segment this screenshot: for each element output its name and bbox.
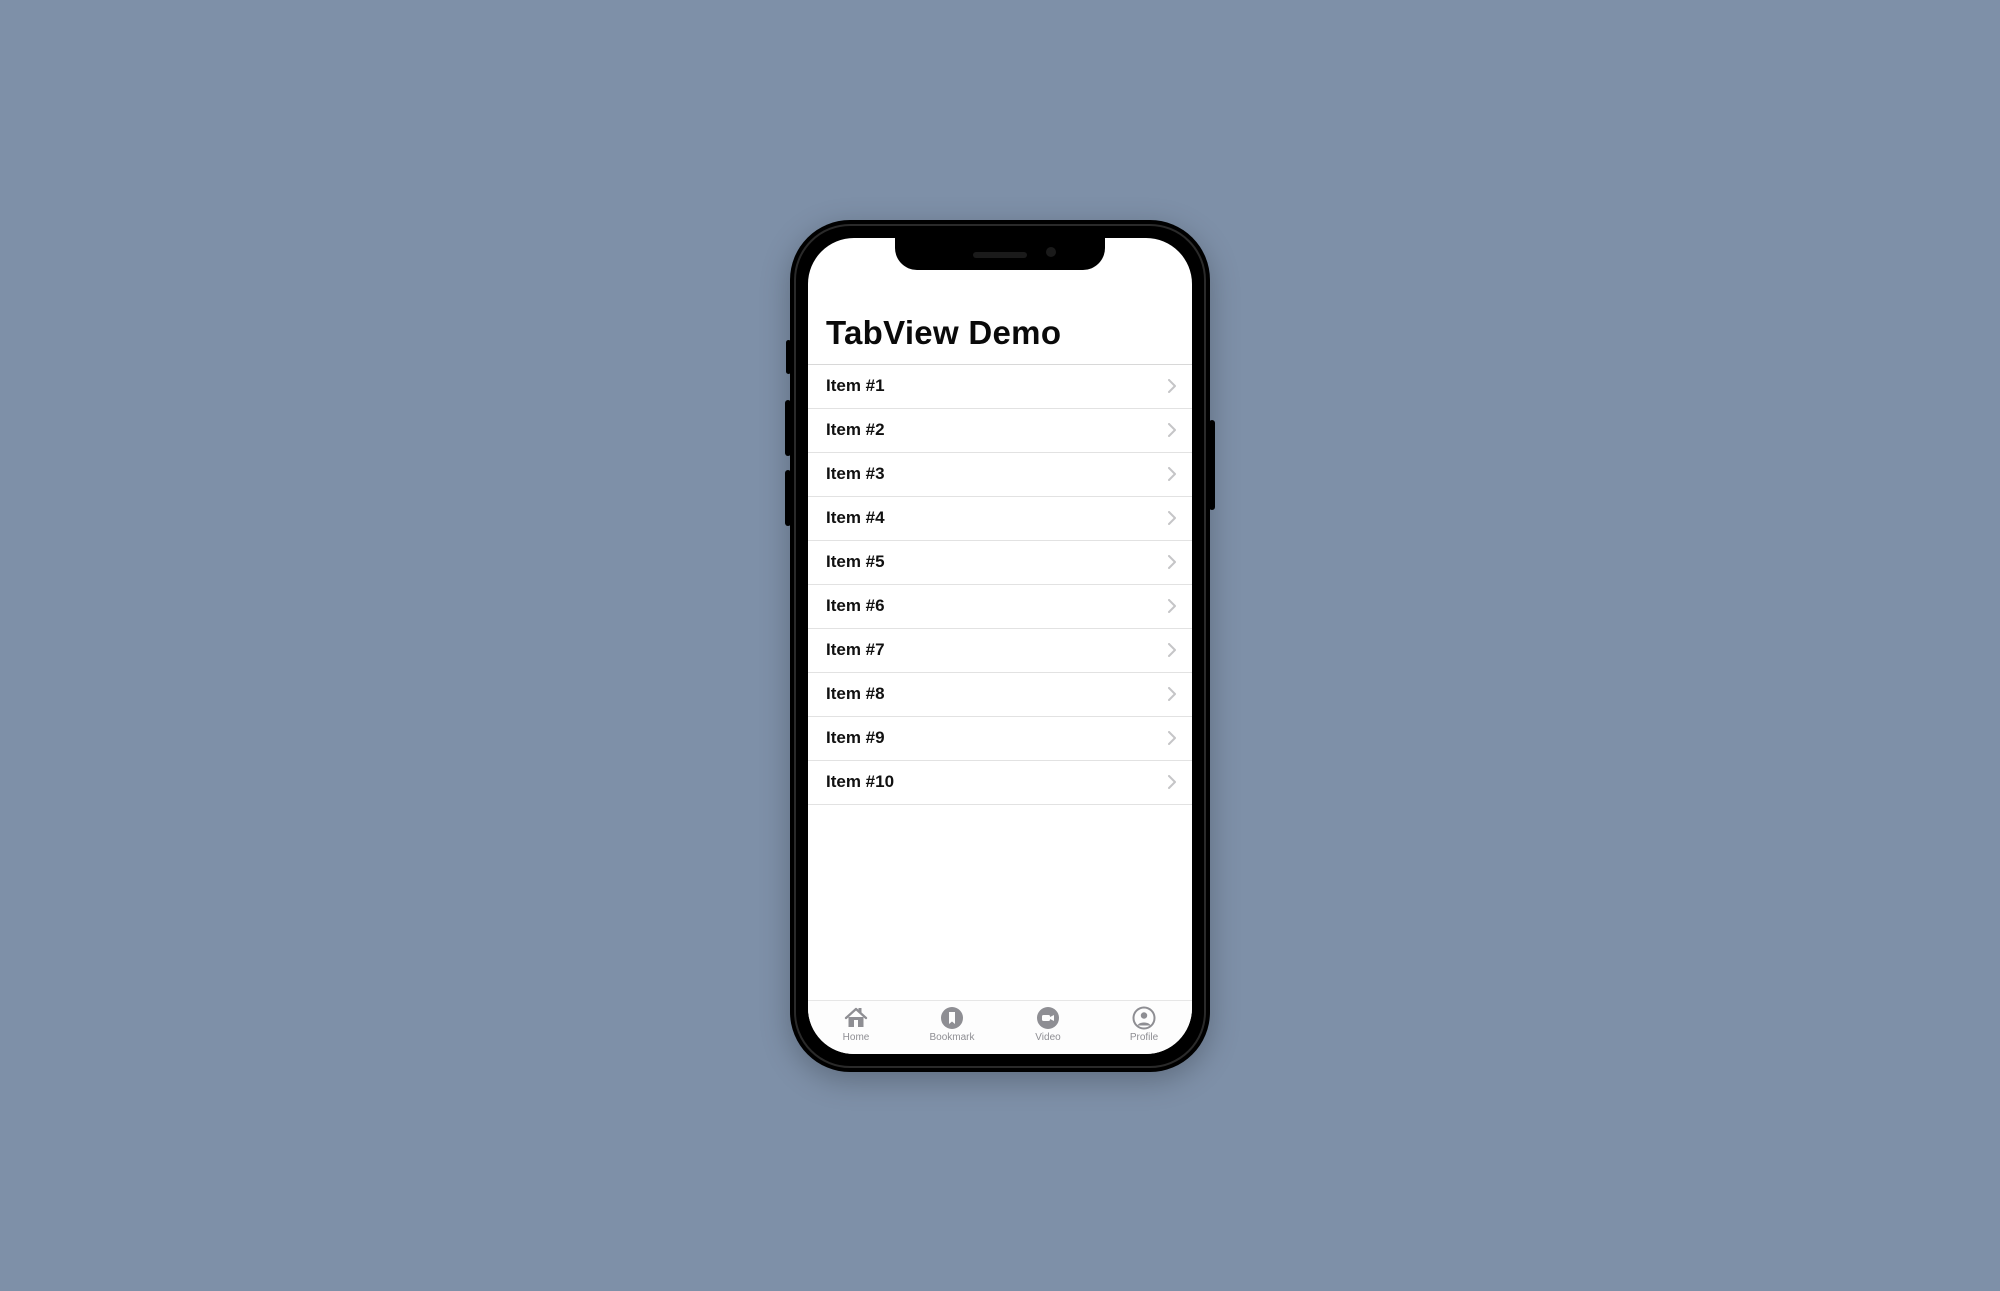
tab-bar: Home Bookmark [808,1000,1192,1054]
list-item-label: Item #8 [826,684,885,704]
video-icon [1036,1006,1060,1030]
list-item-label: Item #1 [826,376,885,396]
list-item[interactable]: Item #8 [808,673,1192,717]
list-item-label: Item #6 [826,596,885,616]
list-item[interactable]: Item #3 [808,453,1192,497]
main-content: TabView Demo Item #1 Item #2 [808,238,1192,1000]
list-item[interactable]: Item #6 [808,585,1192,629]
list-item-label: Item #3 [826,464,885,484]
screen: TabView Demo Item #1 Item #2 [808,238,1192,1054]
volume-up-button[interactable] [785,400,791,456]
list-item[interactable]: Item #2 [808,409,1192,453]
chevron-right-icon [1168,687,1176,701]
page-title: TabView Demo [826,314,1174,352]
profile-icon [1132,1006,1156,1030]
tab-video[interactable]: Video [1000,1006,1096,1043]
chevron-right-icon [1168,511,1176,525]
chevron-right-icon [1168,379,1176,393]
phone-frame: TabView Demo Item #1 Item #2 [790,220,1210,1072]
chevron-right-icon [1168,731,1176,745]
list-item-label: Item #7 [826,640,885,660]
tab-profile[interactable]: Profile [1096,1006,1192,1043]
tab-bookmark[interactable]: Bookmark [904,1006,1000,1043]
tab-label: Bookmark [929,1032,974,1043]
tab-label: Profile [1130,1032,1158,1043]
tab-label: Home [843,1032,870,1043]
list-item[interactable]: Item #5 [808,541,1192,585]
list-item-label: Item #10 [826,772,894,792]
list-item[interactable]: Item #10 [808,761,1192,805]
chevron-right-icon [1168,555,1176,569]
list-item[interactable]: Item #9 [808,717,1192,761]
house-icon [843,1006,869,1030]
chevron-right-icon [1168,423,1176,437]
chevron-right-icon [1168,467,1176,481]
chevron-right-icon [1168,643,1176,657]
power-button[interactable] [1209,420,1215,510]
list-item-label: Item #9 [826,728,885,748]
chevron-right-icon [1168,599,1176,613]
list-item[interactable]: Item #7 [808,629,1192,673]
list-item-label: Item #5 [826,552,885,572]
chevron-right-icon [1168,775,1176,789]
mute-switch[interactable] [786,340,791,374]
volume-down-button[interactable] [785,470,791,526]
items-list: Item #1 Item #2 Item #3 [808,364,1192,805]
list-item[interactable]: Item #1 [808,365,1192,409]
list-item-label: Item #2 [826,420,885,440]
list-item-label: Item #4 [826,508,885,528]
tab-label: Video [1035,1032,1060,1043]
tab-home[interactable]: Home [808,1006,904,1043]
list-item[interactable]: Item #4 [808,497,1192,541]
bookmark-icon [940,1006,964,1030]
device-notch [895,238,1105,270]
